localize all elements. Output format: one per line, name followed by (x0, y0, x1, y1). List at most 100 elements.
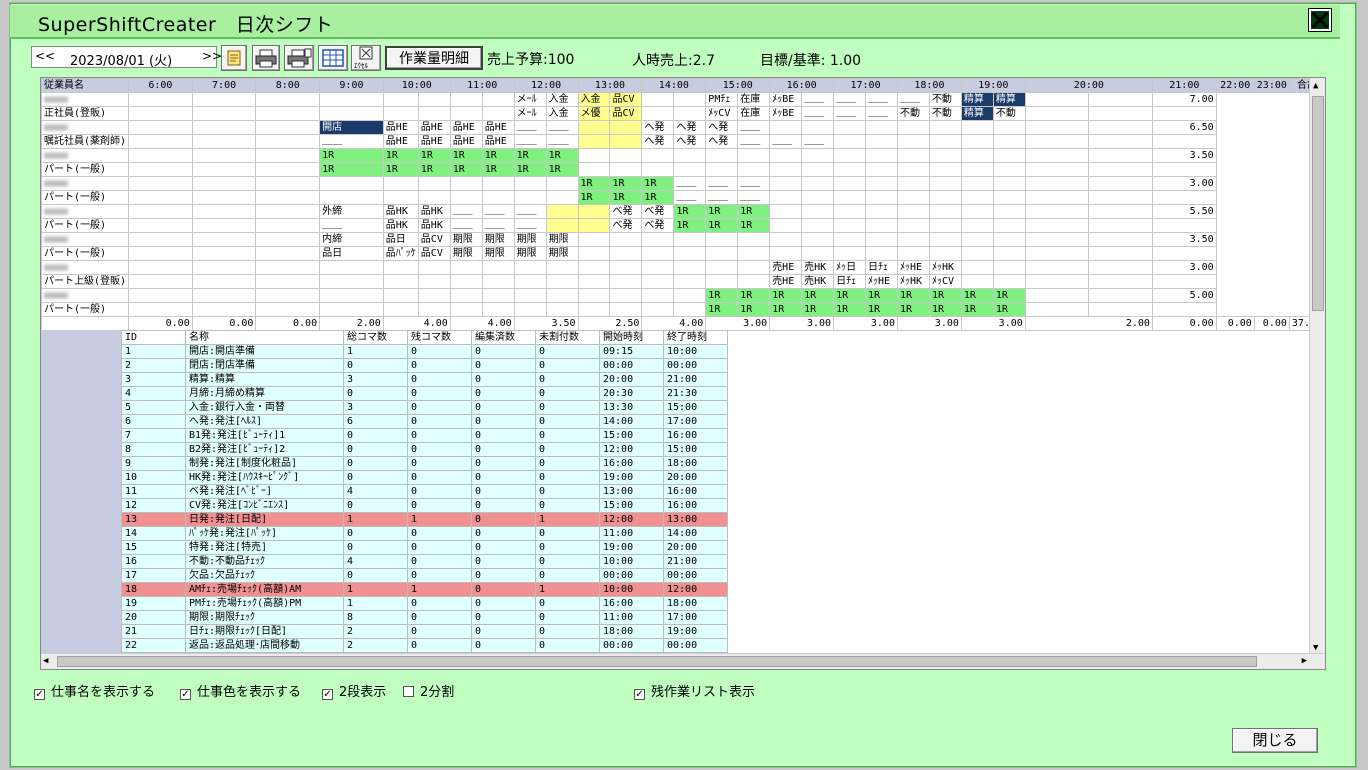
shift-cell[interactable]: ﾒｯBE (769, 92, 803, 107)
shift-cell[interactable] (577, 246, 611, 261)
shift-cell[interactable] (1024, 176, 1090, 191)
shift-cell[interactable]: ＿＿ (737, 120, 771, 135)
shift-cell[interactable] (481, 190, 515, 205)
shift-cell[interactable] (382, 288, 419, 303)
shift-cell[interactable]: へ発 (673, 134, 707, 149)
shift-cell[interactable] (992, 232, 1026, 247)
task-column-header[interactable]: 終了時刻 (663, 330, 728, 345)
shift-cell[interactable]: ﾒｯCV (928, 274, 962, 289)
shift-cell[interactable]: べ発 (609, 218, 643, 233)
shift-cell[interactable] (609, 288, 643, 303)
shift-cell[interactable]: 日ﾁｪ (865, 260, 898, 275)
shift-cell[interactable]: べ発 (641, 204, 675, 219)
shift-cell[interactable]: ＿＿ (449, 218, 483, 233)
shift-cell[interactable] (641, 148, 675, 163)
shift-cell[interactable] (255, 176, 321, 191)
date-selector[interactable]: << 2023/08/01 (火) >> (31, 46, 222, 69)
task-column-header[interactable]: 名称 (185, 330, 344, 345)
shift-cell[interactable] (128, 232, 193, 247)
checkbox-unchecked-icon[interactable] (403, 686, 414, 697)
shift-cell[interactable] (255, 260, 321, 275)
shift-cell[interactable]: 1R (481, 162, 515, 177)
shift-cell[interactable] (833, 204, 867, 219)
shift-cell[interactable]: べ発 (609, 204, 643, 219)
shift-cell[interactable] (382, 176, 419, 191)
shift-cell[interactable] (1088, 92, 1153, 107)
shift-cell[interactable] (382, 302, 419, 317)
employee-name[interactable]: ■■■■ (41, 176, 130, 191)
shift-cell[interactable]: 1R (609, 190, 643, 205)
scroll-left-icon[interactable]: ◀ (43, 656, 48, 666)
shift-cell[interactable]: 売HE (769, 274, 803, 289)
shift-cell[interactable] (319, 302, 384, 317)
shift-cell[interactable] (128, 218, 193, 233)
vertical-scrollbar[interactable]: ▲ ▼ (1309, 78, 1325, 655)
shift-cell[interactable] (449, 274, 483, 289)
shift-cell[interactable] (1088, 288, 1153, 303)
shift-cell[interactable]: 1R (928, 288, 962, 303)
shift-cell[interactable] (865, 218, 898, 233)
task-row[interactable]: 20 期限:期限ﾁｪｯｸ 8 0 0 0 11:00 17:00 (121, 610, 728, 625)
shift-cell[interactable] (1024, 288, 1090, 303)
task-row[interactable]: 9 制発:発注[制度化粧品] 0 0 0 0 16:00 18:00 (121, 456, 728, 471)
employee-role[interactable]: パート(一般) (41, 246, 130, 261)
shift-cell[interactable] (960, 120, 994, 135)
shift-cell[interactable] (896, 204, 930, 219)
shift-cell[interactable] (577, 148, 611, 163)
shift-cell[interactable]: 1R (545, 162, 579, 177)
shift-cell[interactable] (319, 176, 384, 191)
shift-cell[interactable] (577, 274, 611, 289)
shift-cell[interactable] (1024, 302, 1090, 317)
shift-cell[interactable]: ＿＿ (833, 92, 867, 107)
shift-cell[interactable]: ＿＿ (513, 218, 547, 233)
shift-cell[interactable] (417, 92, 451, 107)
grid-button[interactable] (318, 45, 348, 71)
shift-cell[interactable]: 1R (960, 288, 994, 303)
shift-cell[interactable]: 期限 (545, 232, 579, 247)
shift-cell[interactable] (191, 162, 257, 177)
shift-cell[interactable] (513, 302, 547, 317)
shift-cell[interactable] (928, 190, 962, 205)
shift-cell[interactable] (641, 92, 675, 107)
shift-cell[interactable]: へ発 (641, 134, 675, 149)
excel-export-button[interactable]: ｴｸｾﾙ (351, 45, 381, 71)
shift-cell[interactable]: 不動 (896, 106, 930, 121)
shift-cell[interactable]: 品ﾊﾟｯｹ (382, 246, 419, 261)
shift-cell[interactable]: 1R (577, 176, 611, 191)
employee-name[interactable]: ■■■■ (41, 204, 130, 219)
shift-cell[interactable]: ＿＿ (513, 120, 547, 135)
shift-cell[interactable] (801, 190, 835, 205)
shift-cell[interactable]: 入金 (577, 92, 611, 107)
shift-cell[interactable] (128, 302, 193, 317)
shift-cell[interactable]: 1R (705, 204, 739, 219)
checkbox-checked-icon[interactable]: ✓ (180, 689, 191, 700)
print-setup-button[interactable] (284, 45, 314, 71)
shift-cell[interactable] (255, 302, 321, 317)
shift-cell[interactable] (896, 162, 930, 177)
shift-cell[interactable] (801, 176, 835, 191)
checkbox-checked-icon[interactable]: ✓ (634, 689, 645, 700)
shift-cell[interactable]: ﾒｯHE (865, 274, 898, 289)
task-row[interactable]: 21 日ﾁｪ:期限ﾁｪｯｸ[日配] 2 0 0 0 18:00 19:00 (121, 624, 728, 639)
task-row[interactable]: 7 B1発:発注[ﾋﾞｭｰﾃｨ]1 0 0 0 0 15:00 16:00 (121, 428, 728, 443)
shift-cell[interactable] (449, 260, 483, 275)
shift-cell[interactable]: 入金 (545, 106, 579, 121)
shift-cell[interactable]: 日ﾁｪ (833, 274, 867, 289)
shift-cell[interactable] (513, 260, 547, 275)
shift-cell[interactable] (801, 246, 835, 261)
option-two-split[interactable]: 2分割 (403, 681, 454, 700)
shift-cell[interactable] (449, 302, 483, 317)
shift-cell[interactable]: 1R (992, 288, 1026, 303)
shift-cell[interactable] (609, 260, 643, 275)
shift-cell[interactable]: 1R (769, 302, 803, 317)
shift-cell[interactable] (417, 190, 451, 205)
shift-cell[interactable] (128, 260, 193, 275)
shift-cell[interactable] (609, 162, 643, 177)
shift-cell[interactable] (545, 218, 579, 233)
shift-cell[interactable]: 品HE (449, 120, 483, 135)
shift-cell[interactable] (481, 92, 515, 107)
shift-cell[interactable]: 品HE (417, 120, 451, 135)
shift-cell[interactable] (928, 204, 962, 219)
shift-cell[interactable] (449, 288, 483, 303)
shift-cell[interactable] (255, 274, 321, 289)
